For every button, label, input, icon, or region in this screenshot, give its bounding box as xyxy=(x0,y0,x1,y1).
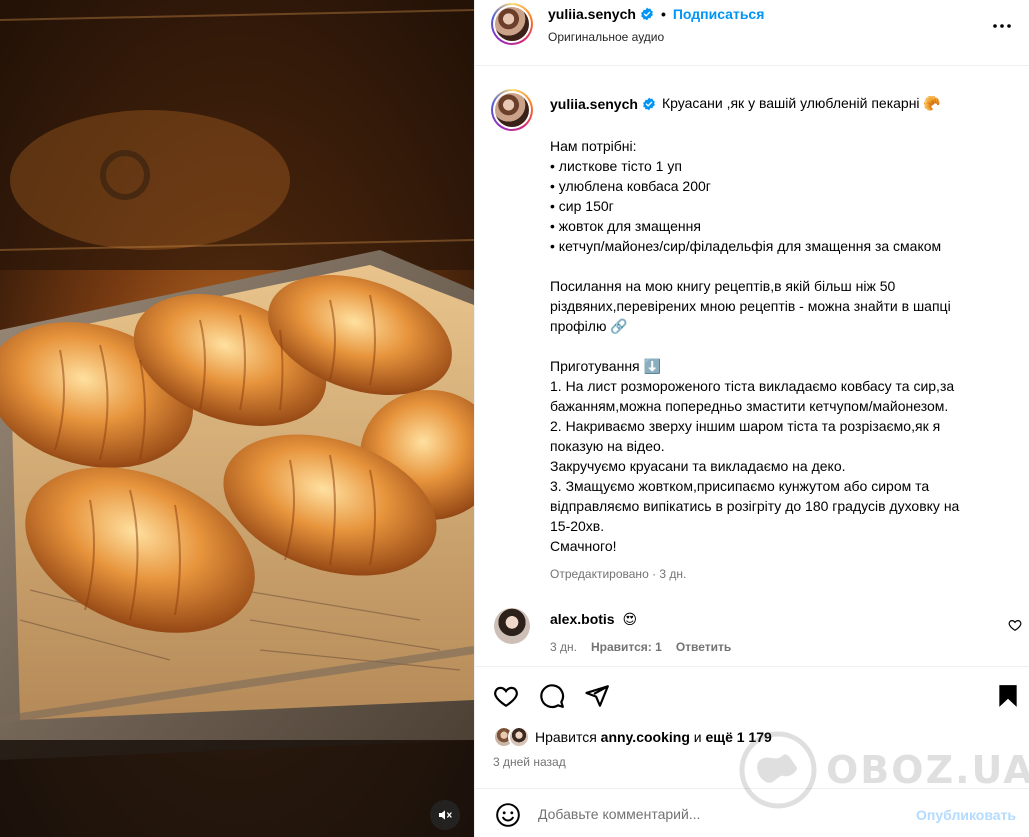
caption-line: 3. Змащуємо жовтком,присипаємо кунжутом … xyxy=(550,478,930,494)
meta-separator: · xyxy=(648,567,660,581)
caption-line: Смачного! xyxy=(550,538,617,554)
likes-connector: и xyxy=(693,729,702,745)
comment-input[interactable] xyxy=(538,803,898,825)
commenter-avatar[interactable] xyxy=(494,608,530,644)
reply-button[interactable]: Ответить xyxy=(676,640,731,654)
post-date[interactable]: 3 дней назад xyxy=(493,755,566,769)
caption-line: різдвяних,перевірених мною рецептів - мо… xyxy=(550,298,951,314)
author-username[interactable]: yuliia.senych xyxy=(548,6,636,22)
caption-line: • кетчуп/майонез/сир/філадельфія для зма… xyxy=(550,238,942,254)
caption-line: • сир 150г xyxy=(550,198,614,214)
caption-line: Приготування ⬇️ xyxy=(550,358,661,374)
heart-outline-icon[interactable] xyxy=(493,683,519,709)
comment-bubble-icon[interactable] xyxy=(539,683,565,709)
caption-line: показую на відео. xyxy=(550,438,665,454)
comment-composer: Опубликовать xyxy=(475,788,1029,837)
follow-button[interactable]: Подписаться xyxy=(673,6,765,22)
edited-time[interactable]: 3 дн. xyxy=(659,567,686,581)
caption-line xyxy=(550,336,1020,356)
caption-line: профілю 🔗 xyxy=(550,318,628,334)
caption-line: • листкове тісто 1 уп xyxy=(550,158,682,174)
caption-line: 1. На лист розмороженого тіста викладаєм… xyxy=(550,378,955,394)
caption-line: відправляємо випікатись в розігріту до 1… xyxy=(550,498,960,514)
separator-dot: • xyxy=(660,6,666,22)
heart-outline-icon[interactable] xyxy=(1008,618,1022,632)
liker-avatar xyxy=(508,726,530,748)
verified-badge-icon xyxy=(641,7,653,21)
commenter-username[interactable]: alex.botis xyxy=(550,611,615,627)
caption-title: Круасани ,як у вашій улюбленій пекарні 🥐 xyxy=(661,95,941,111)
mute-button[interactable] xyxy=(430,800,460,830)
publish-button[interactable]: Опубликовать xyxy=(916,807,1016,823)
caption-line: • улюблена ковбаса 200г xyxy=(550,178,711,194)
comment-item: alex.botis 😍 3 дн. Нравится: 1 Ответить xyxy=(475,600,1029,666)
comment-likes-count[interactable]: Нравится: 1 xyxy=(591,640,662,654)
author-avatar[interactable] xyxy=(491,3,533,45)
comment-time[interactable]: 3 дн. xyxy=(550,640,577,654)
verified-badge-icon xyxy=(643,97,655,110)
caption-line: Нам потрібні: xyxy=(550,138,637,154)
liker-username[interactable]: anny.cooking xyxy=(601,729,690,745)
speaker-muted-icon xyxy=(439,810,452,820)
original-audio-link[interactable]: Оригинальное аудио xyxy=(548,30,664,44)
edited-label: Отредактировано xyxy=(550,567,649,581)
post-media[interactable] xyxy=(0,0,474,837)
likes-count[interactable]: ещё 1 179 xyxy=(705,729,771,745)
post-details-pane: yuliia.senych • Подписаться Оригинальное… xyxy=(474,0,1029,837)
caption-line: бажанням,можна попередньо змастити кетчу… xyxy=(550,398,949,414)
likes-summary[interactable]: Нравится anny.cooking и ещё 1 179 xyxy=(493,726,772,748)
more-options-icon[interactable] xyxy=(990,14,1014,38)
caption-line: Закручуємо круасани та викладаємо на дек… xyxy=(550,458,846,474)
caption-line: 2. Накриваємо зверху іншим шаром тіста т… xyxy=(550,418,941,434)
bookmark-filled-icon[interactable] xyxy=(995,683,1021,709)
caption-line: Посилання на мою книгу рецептів,в якій б… xyxy=(550,278,896,294)
caption-line xyxy=(550,256,1020,276)
share-paper-plane-icon[interactable] xyxy=(584,683,610,709)
post-actions-bar xyxy=(475,666,1029,724)
caption-username[interactable]: yuliia.senych xyxy=(550,96,638,112)
caption-meta: Отредактировано · 3 дн. xyxy=(550,567,686,581)
comment-text: 😍 xyxy=(622,611,638,627)
post-header: yuliia.senych • Подписаться Оригинальное… xyxy=(475,0,1029,66)
likes-prefix: Нравится xyxy=(535,729,597,745)
emoji-icon[interactable] xyxy=(495,802,521,828)
caption-line: • жовток для змащення xyxy=(550,218,701,234)
croissants-photo xyxy=(0,0,474,837)
caption-author-avatar[interactable] xyxy=(491,89,533,131)
caption-text: Нам потрібні: • листкове тісто 1 уп • ул… xyxy=(550,136,1020,556)
caption-line: 15-20хв. xyxy=(550,518,605,534)
